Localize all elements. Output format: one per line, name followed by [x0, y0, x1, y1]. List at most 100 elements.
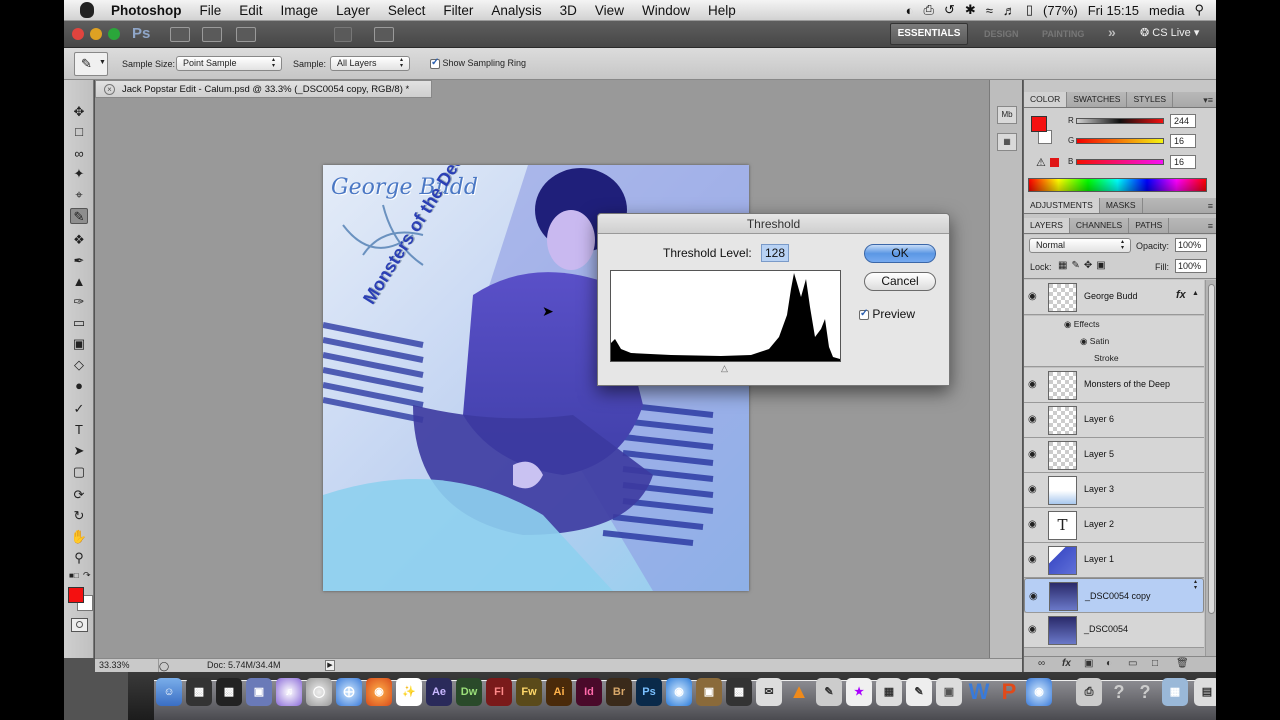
workspace-essentials-button[interactable]: ESSENTIALS — [890, 23, 968, 45]
tab-layers[interactable]: LAYERS — [1024, 218, 1070, 233]
type-tool-icon[interactable]: T — [70, 422, 88, 438]
crop-tool-icon[interactable]: ⌖ — [70, 187, 88, 203]
zoom-level[interactable]: 33.33% — [99, 659, 159, 672]
view-extras-icon[interactable] — [236, 27, 256, 42]
menu-edit[interactable]: Edit — [230, 3, 271, 18]
arrange-documents-icon[interactable] — [344, 27, 362, 42]
launch-bridge-icon[interactable] — [170, 27, 190, 42]
bluetooth-icon[interactable]: ✱ — [965, 2, 976, 18]
sampling-ring-checkbox[interactable] — [430, 57, 440, 69]
bg-color-chip[interactable] — [1038, 130, 1052, 144]
path-selection-tool-icon[interactable]: ➤ — [70, 443, 88, 459]
zoom-window-icon[interactable] — [108, 28, 120, 40]
eye-icon[interactable]: ◉ — [1028, 291, 1037, 302]
sample-select[interactable]: All Layers — [330, 56, 410, 71]
close-window-icon[interactable] — [72, 28, 84, 40]
illustrator-icon[interactable]: Ai — [546, 678, 572, 706]
final-cut-icon[interactable]: ▩ — [726, 678, 752, 706]
menu-view[interactable]: View — [586, 3, 633, 18]
eye-icon[interactable]: ◉ — [1028, 519, 1037, 530]
eye-icon[interactable]: ◉ — [1028, 554, 1037, 565]
effect-stroke-row[interactable]: Stroke — [1024, 350, 1204, 367]
eye-icon[interactable]: ◉ — [1028, 449, 1037, 460]
photoshop-icon[interactable]: Ps — [636, 678, 662, 706]
layers-menu-icon[interactable]: ≡ — [1208, 221, 1213, 231]
threshold-level-input[interactable]: 128 — [761, 244, 789, 262]
preview2-icon[interactable]: ▣ — [936, 678, 962, 706]
adobe-status-icon[interactable]: ◐ — [906, 3, 914, 18]
unknown-app-icon[interactable]: ? — [1106, 678, 1132, 706]
preview-checkbox[interactable] — [859, 308, 869, 320]
show-sampling-ring-option[interactable]: Show Sampling Ring — [430, 57, 526, 69]
ok-button[interactable]: OK — [864, 244, 936, 263]
finder-icon[interactable]: ☺ — [156, 678, 182, 706]
mini-bridge-icon[interactable] — [202, 27, 222, 42]
panel-menu-icon[interactable]: ▾≡ — [1203, 95, 1213, 106]
lock-icons[interactable]: ▦✎✥▣ — [1058, 260, 1110, 271]
flash-icon[interactable]: Fl — [486, 678, 512, 706]
firefox-icon[interactable]: ◉ — [366, 678, 392, 706]
blue-slider[interactable] — [1076, 159, 1164, 165]
menu-app-name[interactable]: Photoshop — [102, 3, 191, 18]
menu-layer[interactable]: Layer — [327, 3, 379, 18]
opacity-value[interactable]: 100% — [1175, 238, 1207, 252]
adjustments-menu-icon[interactable]: ≡ — [1208, 201, 1213, 211]
layer-row-selected[interactable]: ◉ _DSC0054 copy — [1024, 578, 1204, 613]
preview-icon[interactable]: ▣ — [246, 678, 272, 706]
more-workspaces-button[interactable]: » — [1108, 24, 1116, 40]
eye-icon[interactable]: ◉ — [1029, 590, 1038, 603]
layer-row[interactable]: ◉ _DSC0054 — [1024, 613, 1204, 648]
mini-bridge-panel-icon[interactable]: Mb — [997, 106, 1017, 124]
layer-row[interactable]: ◉ Layer 3 — [1024, 473, 1204, 508]
clone-stamp-tool-icon[interactable]: ▲ — [70, 274, 88, 290]
status-menu-arrow[interactable]: ▶ — [325, 660, 335, 671]
menu-file[interactable]: File — [191, 3, 231, 18]
3d-rotate-tool-icon[interactable]: ⟳ — [70, 487, 88, 503]
lasso-tool-icon[interactable]: ∞ — [70, 146, 88, 162]
screen-mode-icon[interactable] — [374, 27, 394, 42]
swap-colors-icon[interactable]: ↷ — [83, 570, 91, 581]
close-document-icon[interactable]: × — [104, 84, 115, 95]
new-group-icon[interactable]: ▭ — [1128, 658, 1137, 669]
dvd-icon[interactable]: ◯ — [306, 678, 332, 706]
printer-icon[interactable]: ⎙ — [1076, 678, 1102, 706]
tab-styles[interactable]: STYLES — [1127, 92, 1174, 107]
dodge-tool-icon[interactable]: ● — [70, 378, 88, 394]
menu-select[interactable]: Select — [379, 3, 435, 18]
pen-tool-icon[interactable]: ✓ — [70, 401, 88, 417]
tool-preset-picker[interactable]: ✎ ▼ — [74, 52, 108, 76]
volume-icon[interactable]: ♬ — [1003, 3, 1016, 18]
tab-swatches[interactable]: SWATCHES — [1067, 92, 1128, 107]
threshold-slider-handle[interactable]: △ — [721, 363, 728, 374]
dreamweaver-icon[interactable]: Dw — [456, 678, 482, 706]
hand-tool-icon[interactable]: ✋ — [70, 529, 88, 545]
preview-option[interactable]: Preview — [859, 307, 915, 321]
time-machine-icon[interactable]: ↺ — [944, 2, 955, 18]
menu-window[interactable]: Window — [633, 3, 699, 18]
word-icon[interactable]: W — [966, 678, 992, 706]
textedit-icon[interactable]: ✎ — [906, 678, 932, 706]
fx-icon[interactable]: fx — [1176, 289, 1186, 301]
green-slider[interactable] — [1076, 138, 1164, 144]
tab-paths[interactable]: PATHS — [1129, 218, 1170, 233]
3d-orbit-tool-icon[interactable]: ↻ — [70, 508, 88, 524]
after-effects-icon[interactable]: Ae — [426, 678, 452, 706]
movie-icon[interactable]: ▩ — [186, 678, 212, 706]
user-menu[interactable]: media — [1149, 3, 1184, 18]
mail-icon[interactable]: ✉ — [756, 678, 782, 706]
layers-scroll-thumb[interactable] — [1208, 284, 1215, 614]
downloads-stack-icon[interactable]: ▦ — [1162, 678, 1188, 706]
blur-tool-icon[interactable]: ◇ — [70, 357, 88, 373]
workspace-painting-button[interactable]: PAINTING — [1042, 29, 1084, 39]
document-tab[interactable]: × Jack Popstar Edit - Calum.psd @ 33.3% … — [95, 80, 432, 98]
layer-row[interactable]: ◉ T Layer 2 — [1024, 508, 1204, 543]
add-style-icon[interactable]: fx — [1062, 658, 1071, 669]
layer-row[interactable]: ◉ George Budd fx ▲ — [1024, 280, 1204, 315]
search-icon[interactable]: ⚲ — [1194, 2, 1204, 18]
tab-masks[interactable]: MASKS — [1100, 198, 1143, 213]
effects-eye-icon[interactable]: ◉ — [1064, 319, 1071, 329]
quick-mask-icon[interactable] — [71, 618, 88, 632]
fg-color-chip[interactable] — [1031, 116, 1047, 132]
marquee-tool-icon[interactable]: □ — [70, 124, 88, 140]
menu-image[interactable]: Image — [272, 3, 328, 18]
